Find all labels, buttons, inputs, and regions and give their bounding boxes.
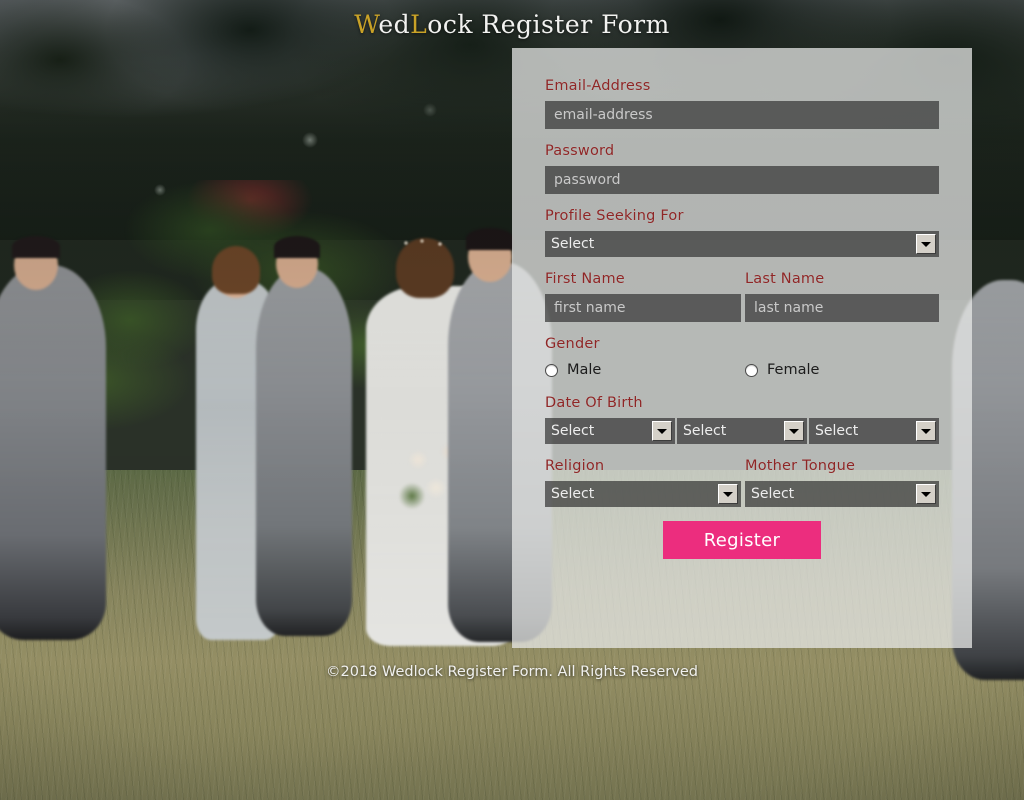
page-title-gold-l: L — [410, 10, 428, 39]
radio-unchecked-icon[interactable] — [545, 363, 558, 377]
dob-month-value: Select — [683, 423, 727, 439]
date-of-birth-group: Date Of Birth Select Select Select — [545, 395, 939, 444]
dob-month-select[interactable]: Select — [677, 418, 807, 444]
chevron-down-icon[interactable] — [717, 484, 738, 504]
profile-seeking-value: Select — [551, 236, 595, 252]
first-name-input[interactable] — [545, 294, 741, 322]
gender-label: Gender — [545, 336, 600, 352]
gender-radio-row: Male Female — [545, 359, 939, 381]
dob-day-select[interactable]: Select — [545, 418, 675, 444]
first-name-group: First Name — [545, 271, 741, 322]
religion-group: Religion Select — [545, 458, 741, 507]
register-form-panel: Email-Address Password Profile Seeking F… — [512, 48, 972, 648]
religion-select[interactable]: Select — [545, 481, 741, 507]
chevron-down-icon[interactable] — [652, 421, 672, 441]
religion-tongue-group: Religion Select Mother Tongue Select — [545, 458, 939, 507]
gender-radio-female[interactable]: Female — [745, 362, 819, 378]
page-title-gold-w: W — [354, 10, 379, 39]
chevron-down-icon[interactable] — [916, 421, 936, 441]
gender-female-label: Female — [767, 362, 820, 378]
radio-unchecked-icon[interactable] — [745, 363, 758, 377]
mother-tongue-label: Mother Tongue — [744, 458, 856, 474]
page-title: WedLock Register Form — [0, 10, 1024, 39]
page-root: WedLock Register Form Email-Address Pass… — [0, 0, 1024, 800]
dob-year-select[interactable]: Select — [809, 418, 939, 444]
email-input[interactable] — [545, 101, 939, 129]
chevron-down-icon[interactable] — [916, 234, 936, 254]
page-title-rest: ock Register Form — [427, 10, 670, 39]
profile-seeking-label: Profile Seeking For — [545, 208, 684, 224]
first-name-label: First Name — [545, 271, 625, 287]
last-name-label: Last Name — [744, 271, 825, 287]
last-name-input[interactable] — [744, 294, 939, 322]
religion-value: Select — [551, 486, 595, 502]
email-group: Email-Address — [545, 78, 939, 129]
date-of-birth-label: Date Of Birth — [545, 395, 643, 411]
name-group: First Name Last Name — [545, 271, 939, 322]
profile-seeking-select[interactable]: Select — [545, 231, 939, 257]
gender-radio-male[interactable]: Male — [545, 362, 745, 378]
mother-tongue-value: Select — [750, 486, 795, 502]
password-label: Password — [545, 143, 615, 159]
register-button[interactable]: Register — [663, 521, 821, 559]
chevron-down-icon[interactable] — [916, 484, 936, 504]
gender-group: Gender Male Female — [545, 336, 939, 381]
date-of-birth-selects: Select Select Select — [545, 418, 939, 444]
mother-tongue-select[interactable]: Select — [744, 481, 939, 507]
email-label: Email-Address — [545, 78, 651, 94]
password-group: Password — [545, 143, 939, 194]
religion-label: Religion — [545, 458, 605, 474]
last-name-group: Last Name — [744, 271, 939, 322]
page-title-ed: ed — [378, 10, 411, 39]
mother-tongue-group: Mother Tongue Select — [744, 458, 939, 507]
password-input[interactable] — [545, 166, 939, 194]
gender-male-label: Male — [567, 362, 602, 378]
chevron-down-icon[interactable] — [784, 421, 804, 441]
footer-copyright: ©2018 Wedlock Register Form. All Rights … — [326, 664, 698, 680]
dob-year-value: Select — [815, 423, 859, 439]
dob-day-value: Select — [551, 423, 595, 439]
profile-seeking-group: Profile Seeking For Select — [545, 208, 939, 257]
